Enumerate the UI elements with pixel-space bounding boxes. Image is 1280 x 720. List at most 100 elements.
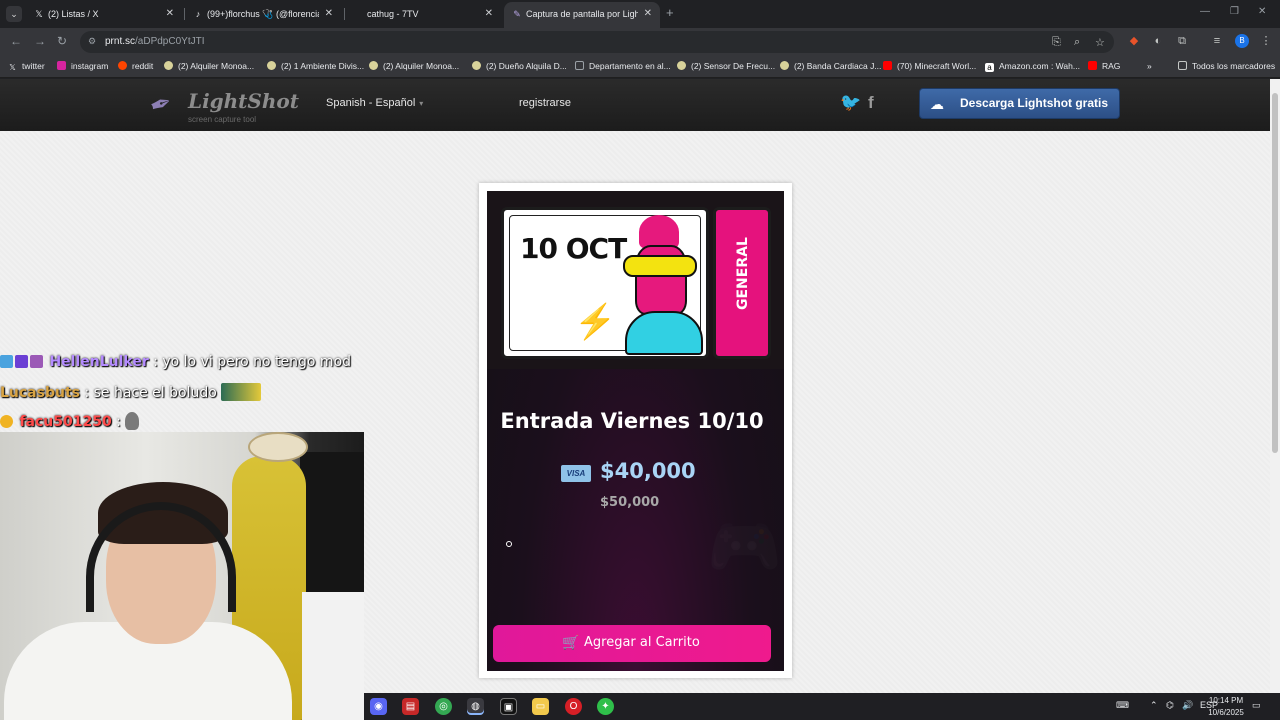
close-tab-icon[interactable]: ✕ (325, 2, 333, 26)
app-icon[interactable]: ▣ (500, 698, 517, 715)
close-window-icon[interactable]: ✕ (1258, 6, 1266, 17)
marketplace-icon (369, 61, 378, 70)
volume-icon[interactable]: 🔊 (1182, 700, 1193, 711)
llama-mascot (617, 215, 709, 355)
tab-tiktok[interactable]: ♪ (99+)florchus 🩺 (@florenciafig ✕ (185, 2, 341, 28)
bookmark-amazon[interactable]: a Amazon.com : Wah... (985, 61, 1080, 72)
bookmark-banda[interactable]: (2) Banda Cardiaca J... (780, 61, 881, 71)
file-explorer-icon[interactable]: ▭ (532, 698, 549, 715)
taskbar: ◉ ▤ ◎ ◍ ▣ ▭ O ✦ ⌨ ⌃ ⌬ 🔊 ESP ▭ (364, 693, 1280, 720)
tab-search-icon[interactable]: ⌄ (6, 6, 22, 22)
cart-icon: 🛒 (562, 634, 580, 650)
all-bookmarks[interactable]: Todos los marcadores (1178, 61, 1275, 71)
reddit-icon (118, 61, 127, 70)
gamepad-icon (623, 255, 697, 277)
url-host: prnt.sc (105, 36, 136, 47)
tab-listas[interactable]: 𝕏 (2) Listas / X ✕ (26, 2, 182, 28)
system-clock[interactable]: 10:14 PM 10/6/2025 (1201, 693, 1251, 719)
bookmark-alquiler-2[interactable]: (2) Alquiler Monoa... (369, 61, 459, 71)
bookmark-instagram[interactable]: instagram (57, 61, 108, 71)
bookmark-sensor[interactable]: (2) Sensor De Frecu... (677, 61, 775, 71)
youtube-icon (1088, 61, 1097, 70)
close-tab-icon[interactable]: ✕ (485, 2, 493, 26)
amazon-icon: a (985, 63, 994, 72)
network-icon[interactable]: ⌬ (1166, 700, 1174, 711)
new-tab-icon[interactable]: + (666, 5, 674, 20)
marketplace-icon (164, 61, 173, 70)
opera-icon[interactable]: O (565, 698, 582, 715)
chat-message: Lucasbuts : se hace el boludo (0, 383, 262, 405)
bookmark-alquiler-1[interactable]: (2) Alquiler Monoa... (164, 61, 254, 71)
back-icon[interactable]: ← (10, 34, 22, 48)
lightning-icon: ⚡ (574, 303, 617, 341)
discord-icon[interactable]: ◉ (370, 698, 387, 715)
cursor-icon (506, 541, 512, 547)
bookmark-rag[interactable]: RAG (1088, 61, 1120, 71)
twitter-icon[interactable]: 🐦 (840, 93, 861, 113)
media-controls-icon[interactable]: ≡ (1210, 34, 1224, 48)
language-selector[interactable]: Spanish - Español ▾ (326, 97, 423, 109)
youtube-icon (883, 61, 892, 70)
bookmark-star-icon[interactable]: ☆ (1095, 36, 1105, 49)
obs-icon[interactable]: ◍ (467, 698, 484, 715)
profile-avatar[interactable]: B (1235, 34, 1249, 48)
marketplace-icon (267, 61, 276, 70)
tiktok-icon: ♪ (195, 9, 201, 19)
chevron-up-icon[interactable]: ⌃ (1150, 700, 1158, 711)
bookmark-dueno[interactable]: (2) Dueño Alquila D... (472, 61, 567, 71)
app-icon[interactable]: ▤ (402, 698, 419, 715)
chat-message: facu501250 : (0, 412, 140, 434)
restore-icon[interactable]: ❐ (1230, 6, 1239, 17)
instagram-icon (57, 61, 66, 70)
scrollbar-thumb[interactable] (1272, 93, 1278, 453)
download-button[interactable]: ☁ Descarga Lightshot gratis (919, 88, 1120, 119)
extensions-puzzle-icon[interactable]: ⧉ (1175, 34, 1189, 48)
bookmark-reddit[interactable]: reddit (118, 61, 153, 71)
badge-icon (30, 355, 43, 368)
clock-time: 10:14 PM (1208, 696, 1244, 705)
clock-date: 10/6/2025 (1208, 708, 1244, 717)
ticket-date: 10 OCT (520, 232, 627, 265)
reload-icon[interactable]: ↻ (57, 34, 67, 48)
emote-icon (125, 412, 140, 430)
marketplace-icon (472, 61, 481, 70)
badge-icon (0, 355, 13, 368)
menu-icon[interactable]: ⋮ (1259, 34, 1273, 48)
keyboard-icon[interactable]: ⌨ (1116, 700, 1129, 711)
game-launcher-icon[interactable]: ✦ (597, 698, 614, 715)
chrome-icon[interactable]: ◎ (435, 698, 452, 715)
image-icon (575, 61, 584, 70)
event-title: Entrada Viernes 10/10 (500, 409, 764, 433)
tab-lightshot[interactable]: ✎ Captura de pantalla por Lightsh ✕ (504, 2, 660, 28)
bookmarks-bar: 𝕏twitter instagram reddit (2) Alquiler M… (0, 56, 1280, 78)
minimize-icon[interactable]: — (1200, 6, 1210, 17)
screenshot-image[interactable]: 10 OCT ⚡ GENERAL 🎮 Entrada Viernes 10/10… (487, 191, 784, 671)
badge-icon (15, 355, 28, 368)
forward-icon[interactable]: → (34, 34, 46, 48)
screen: ⌄ 𝕏 (2) Listas / X ✕ ♪ (99+)florchus 🩺 (… (0, 0, 1280, 720)
emote-icon (221, 383, 262, 401)
extension-icon[interactable]: ◆ (1127, 34, 1141, 48)
marketplace-icon (677, 61, 686, 70)
address-bar[interactable]: ⚙ prnt.sc/aDPdpC0YtJTI ⎘ ⌕ ☆ (80, 31, 1114, 53)
register-link[interactable]: registrarse (519, 97, 571, 109)
site-info-icon[interactable]: ⚙ (88, 36, 98, 46)
bookmark-minecraft[interactable]: (70) Minecraft Worl... (883, 61, 976, 71)
page-scrollbar[interactable] (1270, 79, 1280, 693)
bookmark-ambiente[interactable]: (2) 1 Ambiente Divis... (267, 61, 364, 71)
install-app-icon[interactable]: ⎘ (1052, 36, 1061, 49)
bookmark-twitter[interactable]: 𝕏twitter (8, 61, 44, 72)
facebook-icon[interactable]: f (868, 93, 874, 113)
close-tab-icon[interactable]: ✕ (644, 2, 652, 26)
more-bookmarks-icon[interactable]: » (1147, 61, 1152, 71)
lightshot-logo[interactable]: ✒ LightShot screen capture tool (145, 86, 299, 127)
close-tab-icon[interactable]: ✕ (166, 2, 174, 26)
lightshot-feather-icon: ✎ (513, 9, 521, 19)
url-text[interactable]: prnt.sc/aDPdpC0YtJTI (105, 36, 205, 47)
zoom-icon[interactable]: ⌕ (1074, 36, 1080, 49)
bookmark-departamento[interactable]: Departamento en al... (575, 61, 671, 71)
tab-strip: ⌄ 𝕏 (2) Listas / X ✕ ♪ (99+)florchus 🩺 (… (0, 0, 1280, 28)
extension-icon[interactable]: ◐ (1151, 34, 1165, 48)
notifications-icon[interactable]: ▭ (1252, 700, 1261, 711)
tab-7tv[interactable]: cathug - 7TV ✕ (345, 2, 501, 28)
